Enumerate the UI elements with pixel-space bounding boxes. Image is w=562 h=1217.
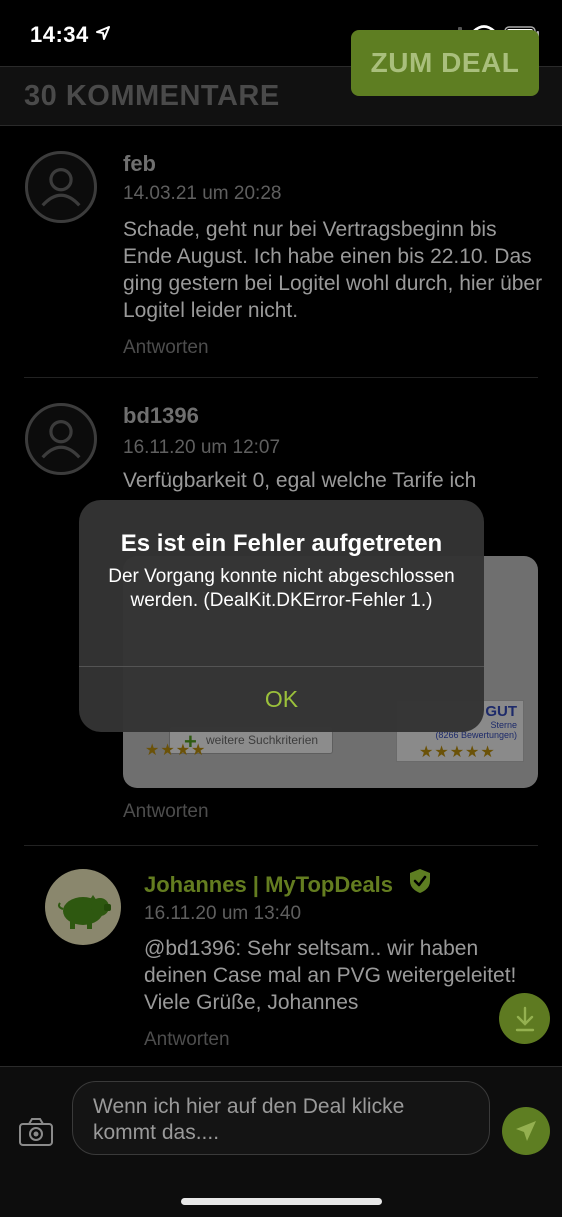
rating-stars-icon: ★★★★ [145, 742, 207, 759]
status-time: 14:34 [30, 22, 89, 47]
image-button-label: weitere Suchkriterien [206, 733, 319, 747]
reply-link[interactable]: Antworten [144, 1029, 230, 1051]
reply-link[interactable]: Antworten [123, 337, 209, 359]
comment-text: Verfügbarkeit 0, egal welche Tarife ich [123, 469, 477, 492]
comment-composer: Wenn ich hier auf den Deal klicke kommt … [0, 1066, 562, 1217]
alert-title: Es ist ein Fehler aufgetreten [120, 530, 443, 557]
divider [24, 377, 538, 378]
location-arrow-icon [96, 26, 110, 40]
alert-ok-button[interactable]: OK [79, 667, 484, 732]
arrow-down-icon [515, 1006, 534, 1031]
error-alert-dialog: Es ist ein Fehler aufgetreten Der Vorgan… [79, 500, 484, 732]
comment-author[interactable]: feb [123, 151, 156, 177]
mytopdeals-pig-avatar-icon[interactable] [45, 869, 121, 945]
reply-link[interactable]: Antworten [123, 801, 209, 823]
staff-author[interactable]: Johannes | MyTopDeals [144, 872, 393, 898]
comment-date: 16.11.20 um 12:07 [123, 437, 281, 458]
comment-date: 16.11.20 um 13:40 [144, 903, 302, 924]
avatar-icon[interactable] [25, 403, 97, 475]
send-button[interactable] [502, 1107, 550, 1155]
comment-text: @bd1396: Sehr seltsam.. wir haben deinen… [144, 937, 517, 1014]
home-indicator[interactable] [181, 1198, 382, 1205]
divider [24, 845, 538, 846]
alert-message: Der Vorgang konnte nicht abgeschlossen w… [108, 566, 455, 611]
scroll-to-bottom-button[interactable] [499, 993, 550, 1044]
page-title: 30 KOMMENTARE [24, 80, 280, 112]
camera-icon[interactable] [18, 1117, 54, 1147]
comment-text: Schade, geht nur bei Vertragsbeginn bis … [123, 218, 543, 322]
comment-input[interactable]: Wenn ich hier auf den Deal klicke kommt … [72, 1081, 490, 1155]
comment-date: 14.03.21 um 20:28 [123, 183, 282, 204]
comment-author[interactable]: bd1396 [123, 403, 199, 429]
avatar-icon[interactable] [25, 151, 97, 223]
rating-stars-icon: ★★★★★ [419, 744, 496, 761]
zum-deal-button[interactable]: ZUM DEAL [351, 30, 539, 96]
send-icon [516, 1121, 536, 1141]
verified-badge-icon [410, 869, 430, 893]
